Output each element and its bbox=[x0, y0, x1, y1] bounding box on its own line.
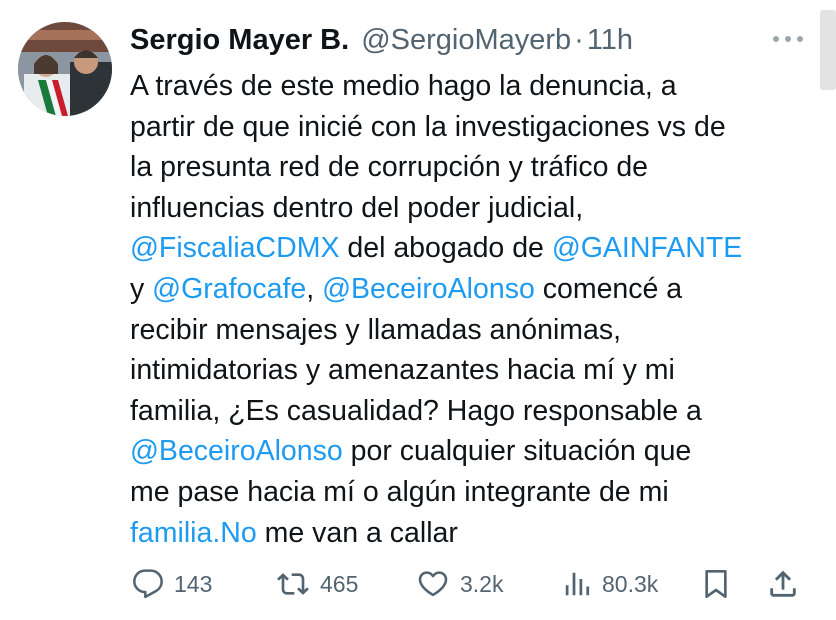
more-options-button[interactable] bbox=[770, 24, 806, 54]
views-button[interactable]: 80.3k bbox=[562, 562, 658, 606]
bookmark-button[interactable] bbox=[700, 562, 732, 606]
action-bar: 143 465 3.2k 80.3k bbox=[0, 562, 836, 606]
bookmark-icon bbox=[705, 570, 727, 598]
tweet-text-segment: influencias dentro del poder judicial, bbox=[130, 191, 584, 224]
mention-link[interactable]: @BeceiroAlonso bbox=[130, 435, 343, 467]
separator-dot: · bbox=[574, 23, 584, 56]
tweet-line: @BeceiroAlonso por cualquier situación q… bbox=[130, 431, 820, 472]
tweet-text-segment: familia, ¿Es casualidad? Hago responsabl… bbox=[130, 394, 702, 427]
mention-link[interactable]: @BeceiroAlonso bbox=[322, 273, 535, 305]
tweet-line: familia, ¿Es casualidad? Hago responsabl… bbox=[130, 391, 820, 432]
mention-link[interactable]: @FiscaliaCDMX bbox=[130, 232, 339, 264]
like-button[interactable]: 3.2k bbox=[416, 562, 503, 606]
tweet-text-segment: y bbox=[130, 272, 153, 305]
more-icon bbox=[773, 36, 803, 42]
like-icon bbox=[418, 571, 448, 597]
tweet-line: partir de que inicié con la investigacio… bbox=[130, 107, 820, 148]
retweet-button[interactable]: 465 bbox=[276, 562, 358, 606]
views-count: 80.3k bbox=[602, 570, 659, 597]
retweet-icon bbox=[277, 573, 309, 595]
tweet-line: A través de este medio hago la denuncia,… bbox=[130, 66, 820, 107]
tweet-line: la presunta red de corrupción y tráfico … bbox=[130, 147, 820, 188]
tweet-text-segment: intimidatorias y amenazantes hacia mí y … bbox=[130, 354, 675, 387]
timestamp[interactable]: 11h bbox=[587, 24, 633, 57]
mention-link[interactable]: @Grafocafe bbox=[152, 273, 306, 305]
tweet-text-segment: me pase hacia mí o algún integrante de m… bbox=[130, 475, 669, 508]
tweet: Sergio Mayer B. @SergioMayerb · 11h A tr… bbox=[0, 0, 836, 620]
avatar-photo bbox=[18, 22, 112, 116]
user-handle[interactable]: @SergioMayerb bbox=[361, 24, 571, 57]
reply-icon bbox=[133, 569, 163, 599]
views-icon bbox=[565, 572, 590, 596]
tweet-line: intimidatorias y amenazantes hacia mí y … bbox=[130, 350, 820, 391]
tweet-text-segment: la presunta red de corrupción y tráfico … bbox=[130, 151, 649, 184]
display-name[interactable]: Sergio Mayer B. bbox=[130, 24, 349, 57]
tweet-text: A través de este medio hago la denuncia,… bbox=[130, 66, 820, 553]
mention-link[interactable]: familia.No bbox=[130, 517, 257, 549]
share-button[interactable] bbox=[766, 562, 800, 606]
tweet-header: Sergio Mayer B. @SergioMayerb · 11h bbox=[130, 20, 633, 60]
tweet-line: familia.No me van a callar bbox=[130, 513, 820, 554]
tweet-text-segment: partir de que inicié con la investigacio… bbox=[130, 110, 726, 143]
reply-count: 143 bbox=[174, 570, 213, 597]
tweet-text-segment: recibir mensajes y llamadas anónimas, bbox=[130, 313, 622, 346]
tweet-text-segment: del abogado de bbox=[339, 232, 552, 265]
reply-button[interactable]: 143 bbox=[132, 562, 212, 606]
tweet-line: @FiscaliaCDMX del abogado de @GAINFANTE bbox=[130, 228, 820, 269]
tweet-text-segment: A través de este medio hago la denuncia,… bbox=[130, 70, 677, 102]
tweet-line: y @Grafocafe, @BeceiroAlonso comencé a bbox=[130, 269, 820, 310]
tweet-line: recibir mensajes y llamadas anónimas, bbox=[130, 310, 820, 351]
tweet-line: influencias dentro del poder judicial, bbox=[130, 188, 820, 229]
tweet-line: me pase hacia mí o algún integrante de m… bbox=[130, 472, 820, 513]
share-icon bbox=[770, 570, 796, 597]
like-count: 3.2k bbox=[460, 570, 504, 597]
scrollbar[interactable] bbox=[820, 10, 836, 90]
tweet-text-segment: por cualquier situación que bbox=[342, 435, 692, 468]
retweet-count: 465 bbox=[320, 570, 359, 597]
tweet-text-segment: , bbox=[306, 272, 323, 305]
avatar[interactable] bbox=[18, 22, 112, 116]
tweet-text-segment: me van a callar bbox=[256, 516, 458, 549]
mention-link[interactable]: @GAINFANTE bbox=[552, 232, 742, 264]
tweet-text-segment: comencé a bbox=[534, 272, 683, 305]
